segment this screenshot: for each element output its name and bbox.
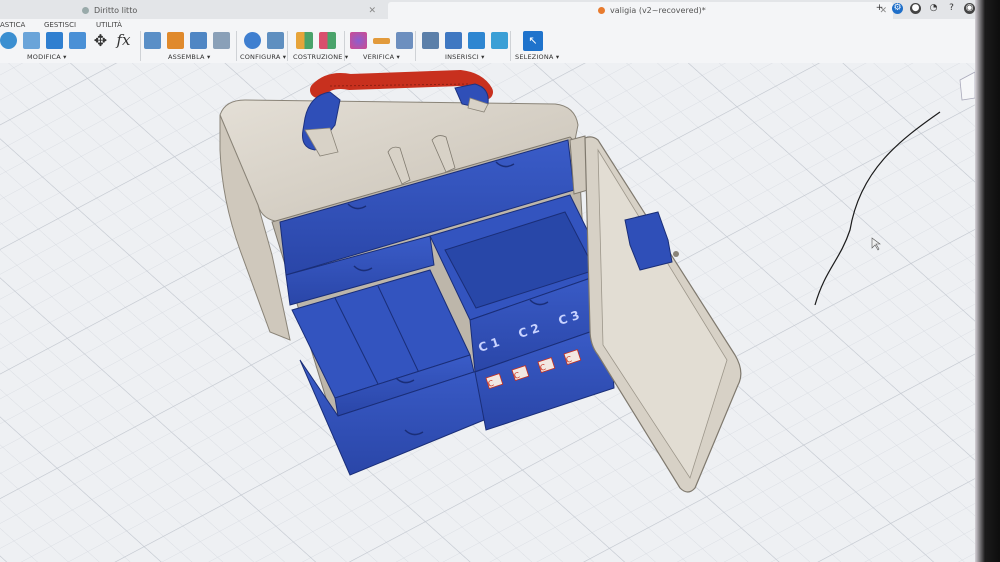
insert-canvas-icon[interactable] — [491, 32, 508, 49]
modifica-tools: ✥ fx — [0, 32, 132, 54]
tab-document-active[interactable]: valigia (v2~recovered)* ✕ — [388, 2, 893, 19]
account-avatar-icon[interactable]: ◉ — [964, 3, 975, 14]
joint-origin-icon[interactable] — [213, 32, 230, 49]
new-component-icon[interactable] — [144, 32, 161, 49]
divider — [510, 31, 511, 61]
tab-utilita[interactable]: UTILITÀ — [96, 21, 122, 29]
divider — [236, 31, 237, 61]
shell-icon[interactable] — [69, 32, 86, 49]
insert-mesh-icon[interactable] — [445, 32, 462, 49]
verifica-tools — [350, 32, 413, 54]
as-built-joint-icon[interactable] — [190, 32, 207, 49]
insert-derive-icon[interactable] — [422, 32, 439, 49]
select-cursor-icon[interactable]: ↖ — [523, 31, 543, 51]
group-verifica[interactable]: VERIFICA ▾ — [363, 53, 400, 61]
group-inserisci[interactable]: INSERISCI ▾ — [445, 53, 485, 61]
configura-tools — [244, 32, 284, 54]
add-tab-icon[interactable]: + — [874, 3, 885, 14]
joint-icon[interactable] — [167, 32, 184, 49]
fusion-document-icon — [598, 7, 605, 14]
measure-icon[interactable] — [373, 38, 390, 44]
move-icon[interactable]: ✥ — [92, 32, 109, 49]
offset-plane-icon[interactable] — [296, 32, 313, 49]
divider — [140, 31, 141, 61]
tab-plastica[interactable]: ASTICA — [0, 21, 25, 29]
3d-viewport[interactable]: C 1 C 2 C 3 C C C C — [0, 63, 975, 562]
parameter-table-icon[interactable] — [244, 32, 261, 49]
divider — [415, 31, 416, 61]
close-icon[interactable]: ✕ — [368, 6, 376, 16]
screen: Diritto litto ✕ valigia (v2~recovered)* … — [0, 0, 975, 562]
configure-icon[interactable] — [267, 32, 284, 49]
section-analysis-icon[interactable] — [396, 32, 413, 49]
tab-title: valigia (v2~recovered)* — [610, 6, 706, 15]
workspace-tabs: ASTICA GESTISCI UTILITÀ — [0, 21, 975, 31]
group-configura[interactable]: CONFIGURA ▾ — [240, 53, 286, 61]
inserisci-tools — [422, 32, 508, 54]
divider — [287, 31, 288, 61]
group-modifica[interactable]: MODIFICA ▾ — [27, 53, 67, 61]
seleziona-tools: ↖ — [523, 31, 543, 54]
midplane-icon[interactable] — [319, 32, 336, 49]
parameters-icon[interactable]: fx — [115, 32, 132, 49]
assembla-tools — [144, 32, 230, 54]
press-pull-icon[interactable] — [0, 32, 17, 49]
interference-icon[interactable] — [350, 32, 367, 49]
monitor-bezel — [975, 0, 1000, 562]
tab-gestisci[interactable]: GESTISCI — [44, 21, 76, 29]
insert-svg-icon[interactable] — [468, 32, 485, 49]
door-latch-pin — [673, 251, 679, 257]
tab-document-1[interactable]: Diritto litto ✕ — [82, 2, 382, 19]
account-toolbar: + ⚙ ● ◔ ? ◉ — [874, 3, 975, 14]
group-assembla[interactable]: ASSEMBLA ▾ — [168, 53, 210, 61]
job-status-icon[interactable]: ◔ — [928, 3, 939, 14]
group-seleziona[interactable]: SELEZIONA ▾ — [515, 53, 559, 61]
tab-title: Diritto litto — [94, 6, 138, 15]
help-icon[interactable]: ? — [946, 3, 957, 14]
divider — [344, 31, 345, 61]
chamfer-icon[interactable] — [46, 32, 63, 49]
browser-tab-bar: Diritto litto ✕ valigia (v2~recovered)* … — [0, 0, 975, 20]
group-costruzione[interactable]: COSTRUZIONE ▾ — [293, 53, 348, 61]
notifications-icon[interactable]: ● — [910, 3, 921, 14]
toolbar-ribbon: ASTICA GESTISCI UTILITÀ ✥ fx MODIFICA ▾ … — [0, 19, 975, 64]
document-icon — [82, 7, 89, 14]
extensions-icon[interactable]: ⚙ — [892, 3, 903, 14]
costruzione-tools — [296, 32, 336, 54]
fillet-icon[interactable] — [23, 32, 40, 49]
